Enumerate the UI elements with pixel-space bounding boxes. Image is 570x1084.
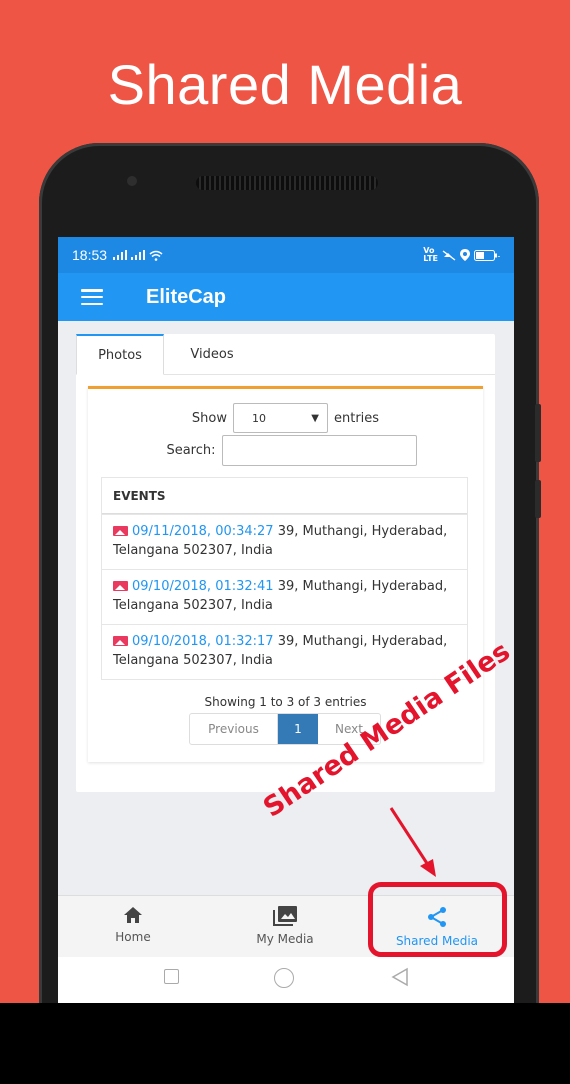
- event-address-line2: Telangana 502307, India: [113, 543, 273, 558]
- page-size-row: Show 10 ▼ entries: [88, 403, 483, 433]
- page-size-value: 10: [252, 411, 266, 425]
- status-time: 18:53: [72, 247, 108, 263]
- nav-my-media-label: My Media: [256, 932, 314, 946]
- table-row: 09/10/2018, 01:32:17 39, Muthangi, Hyder…: [102, 624, 467, 679]
- events-table: EVENTS 09/11/2018, 00:34:27 39, Muthangi…: [101, 477, 468, 680]
- earpiece-speaker: [196, 176, 378, 190]
- status-left-icons: [113, 250, 163, 261]
- status-bar: 18:53 VoLTE +: [58, 237, 514, 273]
- image-icon: [113, 581, 128, 591]
- location-icon: [460, 249, 470, 261]
- chevron-down-icon: ▼: [311, 412, 319, 424]
- poster-background: Shared Media 18:53 VoLTE + EliteCap: [0, 0, 570, 1003]
- search-input[interactable]: [221, 435, 417, 466]
- signal-icon: [113, 250, 128, 260]
- system-navigation-bar: [58, 957, 514, 1003]
- status-right-icons: VoLTE +: [423, 247, 500, 263]
- search-row: Search:: [88, 435, 483, 466]
- search-label: Search:: [166, 443, 216, 458]
- event-address-line2: Telangana 502307, India: [113, 598, 273, 613]
- event-timestamp-link[interactable]: 09/10/2018, 01:32:17: [132, 634, 274, 649]
- app-title: EliteCap: [146, 285, 227, 308]
- nav-home-label: Home: [115, 930, 151, 944]
- home-circle-icon[interactable]: [274, 968, 294, 988]
- tab-photos[interactable]: Photos: [76, 334, 164, 375]
- battery-icon: +: [474, 249, 500, 261]
- phone-volume-button: [535, 404, 541, 462]
- event-address-line1: 39, Muthangi, Hyderabad,: [273, 634, 448, 649]
- event-timestamp-link[interactable]: 09/10/2018, 01:32:41: [132, 579, 274, 594]
- hamburger-icon[interactable]: [81, 289, 103, 305]
- event-address-line1: 39, Muthangi, Hyderabad,: [273, 579, 448, 594]
- tab-videos[interactable]: Videos: [164, 334, 260, 375]
- shared-media-highlight-box: [368, 882, 507, 957]
- recent-apps-icon[interactable]: [164, 969, 179, 984]
- svg-text:+: +: [497, 252, 500, 261]
- show-label: Show: [191, 410, 227, 426]
- signal-icon: [131, 250, 146, 260]
- mute-icon: [442, 249, 456, 261]
- nav-home[interactable]: Home: [78, 906, 188, 944]
- back-triangle-icon[interactable]: [390, 967, 410, 987]
- bottom-black-band: [0, 1003, 570, 1084]
- nav-my-media[interactable]: My Media: [230, 906, 340, 946]
- front-camera: [127, 176, 137, 186]
- events-column-header: EVENTS: [102, 478, 467, 514]
- page-size-select[interactable]: 10 ▼: [233, 403, 328, 433]
- table-row: 09/10/2018, 01:32:41 39, Muthangi, Hyder…: [102, 569, 467, 624]
- entries-label: entries: [334, 410, 380, 426]
- media-card: Photos Videos Show 10 ▼ entries Search:: [76, 334, 495, 792]
- event-address-line1: 39, Muthangi, Hyderabad,: [273, 524, 448, 539]
- media-tabs: Photos Videos: [76, 334, 495, 375]
- previous-page-button[interactable]: Previous: [190, 714, 278, 744]
- photo-library-icon: [273, 906, 297, 926]
- wifi-icon: [149, 250, 163, 261]
- banner-title: Shared Media: [107, 53, 463, 116]
- home-icon: [124, 907, 142, 923]
- event-address-line2: Telangana 502307, India: [113, 653, 273, 668]
- image-icon: [113, 636, 128, 646]
- image-icon: [113, 526, 128, 536]
- event-timestamp-link[interactable]: 09/11/2018, 00:34:27: [132, 524, 274, 539]
- page-1-button[interactable]: 1: [278, 714, 318, 744]
- phone-power-button: [535, 480, 541, 518]
- table-row: 09/11/2018, 00:34:27 39, Muthangi, Hyder…: [102, 514, 467, 569]
- app-bar: EliteCap: [58, 273, 514, 321]
- volte-icon: Vo LTE: [423, 246, 438, 263]
